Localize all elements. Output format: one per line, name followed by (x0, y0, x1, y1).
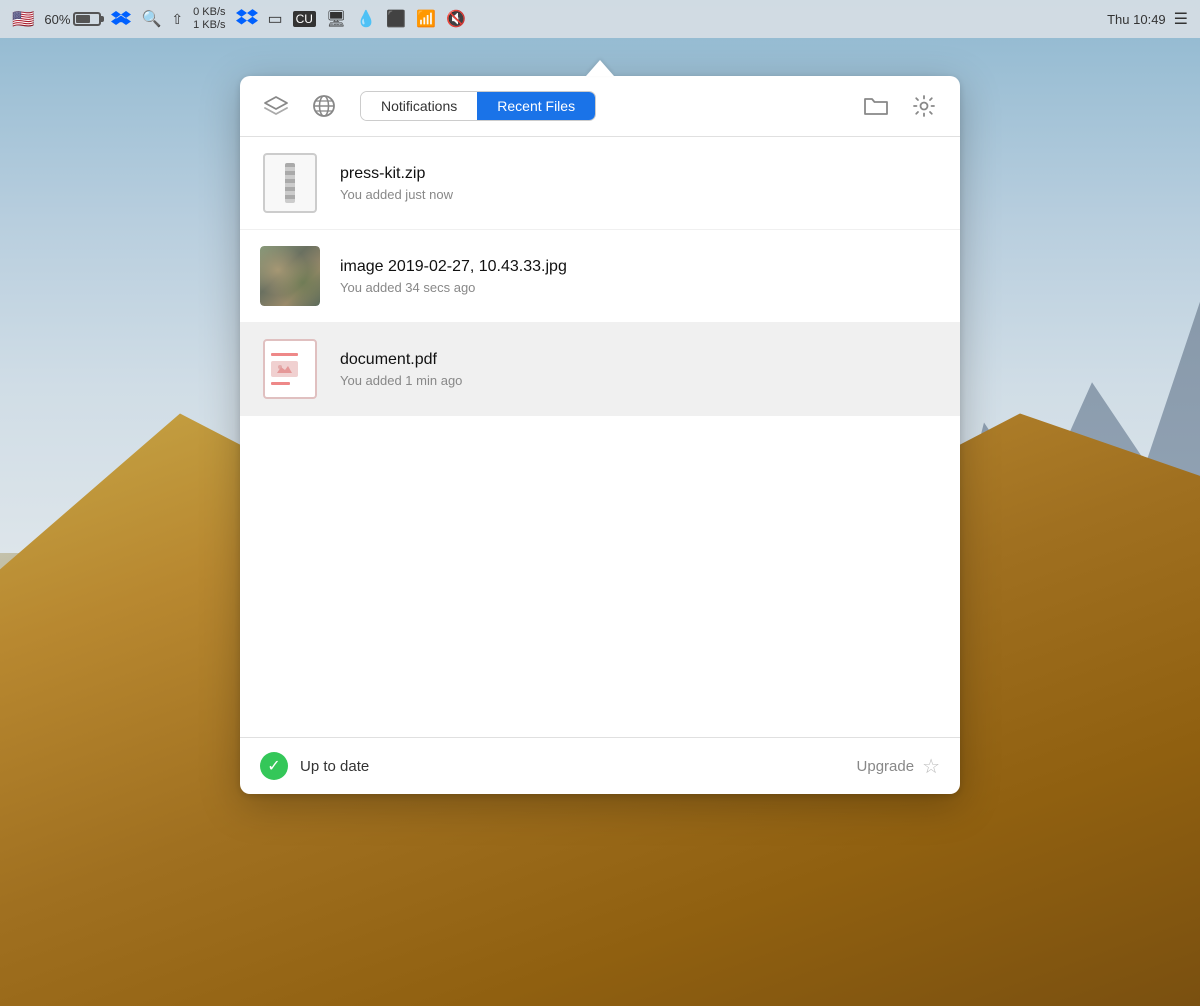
file-item-zip[interactable]: press-kit.zip You added just now (240, 137, 960, 230)
upload-speed: 0 KB/s (193, 6, 225, 19)
layers-icon[interactable] (260, 90, 292, 122)
file-thumbnail-pdf (260, 339, 320, 399)
pdf-line-1 (271, 353, 298, 356)
status-right: Upgrade ☆ (857, 754, 940, 779)
file-item-pdf[interactable]: document.pdf You added 1 min ago (240, 323, 960, 416)
file-name-image: image 2019-02-27, 10.43.33.jpg (340, 258, 940, 276)
battery-bar (73, 12, 101, 26)
menubar-left: 🇺🇸 60% 🔍 ⇧ 0 KB/s 1 KB/s (12, 6, 466, 32)
pdf-icon (263, 339, 317, 399)
file-item-image[interactable]: image 2019-02-27, 10.43.33.jpg You added… (240, 230, 960, 323)
file-name-pdf: document.pdf (340, 351, 940, 369)
settings-icon[interactable] (908, 90, 940, 122)
file-time-image: You added 34 secs ago (340, 280, 940, 295)
upgrade-text[interactable]: Upgrade (857, 758, 915, 775)
search-menubar-icon[interactable]: 🔍 (141, 9, 161, 29)
file-thumbnail-zip (260, 153, 320, 213)
zip-icon (263, 153, 317, 213)
file-time-zip: You added just now (340, 187, 940, 202)
menubar: 🇺🇸 60% 🔍 ⇧ 0 KB/s 1 KB/s (0, 0, 1200, 38)
status-left: ✓ Up to date (260, 752, 369, 780)
dropbox-popup: Notifications Recent Files (240, 60, 960, 794)
dropbox-active-icon[interactable] (236, 9, 258, 29)
screen-icon[interactable]: ▭ (268, 9, 283, 29)
file-info-pdf: document.pdf You added 1 min ago (340, 351, 940, 388)
battery-percent: 60% (44, 12, 70, 27)
download-speed: 1 KB/s (193, 19, 225, 32)
file-list: press-kit.zip You added just now image 2… (240, 137, 960, 737)
pdf-img-placeholder (271, 361, 298, 377)
zip-zipper (285, 163, 295, 203)
clock: Thu 10:49 (1107, 12, 1166, 27)
file-info-image: image 2019-02-27, 10.43.33.jpg You added… (340, 258, 940, 295)
cu-icon[interactable]: CU (293, 11, 316, 27)
wifi-icon[interactable]: 📶 (416, 9, 436, 29)
drop-icon[interactable]: 💧 (356, 9, 376, 29)
header-right-icons (860, 90, 940, 122)
monitor-icon[interactable]: 🖥 (326, 9, 346, 29)
tab-group: Notifications Recent Files (360, 91, 596, 121)
pdf-line-2 (271, 382, 290, 385)
alt-icon[interactable]: ⇧ (171, 11, 183, 28)
status-text: Up to date (300, 758, 369, 775)
tab-notifications[interactable]: Notifications (361, 92, 477, 120)
airplay-icon[interactable]: ⬛ (386, 9, 406, 29)
dropbox-menubar-icon[interactable] (111, 9, 131, 29)
menubar-right: Thu 10:49 ☰ (1107, 9, 1188, 29)
folder-icon[interactable] (860, 90, 892, 122)
image-thumbnail-inner (260, 246, 320, 306)
popup-footer: ✓ Up to date Upgrade ☆ (240, 737, 960, 794)
flag-icon: 🇺🇸 (12, 9, 34, 30)
battery-fill (76, 15, 89, 23)
star-icon[interactable]: ☆ (922, 754, 940, 779)
popup-arrow (586, 60, 614, 76)
file-thumbnail-image (260, 246, 320, 306)
tab-recent-files[interactable]: Recent Files (477, 92, 595, 120)
network-stats: 0 KB/s 1 KB/s (193, 6, 225, 32)
image-thumbnail (260, 246, 320, 306)
battery-container: 60% (44, 12, 101, 27)
file-name-zip: press-kit.zip (340, 165, 940, 183)
file-time-pdf: You added 1 min ago (340, 373, 940, 388)
globe-icon[interactable] (308, 90, 340, 122)
hamburger-icon[interactable]: ☰ (1174, 9, 1188, 29)
popup-header: Notifications Recent Files (240, 76, 960, 137)
status-check-icon: ✓ (260, 752, 288, 780)
volume-icon[interactable]: 🔇 (446, 9, 466, 29)
popup-container: Notifications Recent Files (240, 76, 960, 794)
file-info-zip: press-kit.zip You added just now (340, 165, 940, 202)
